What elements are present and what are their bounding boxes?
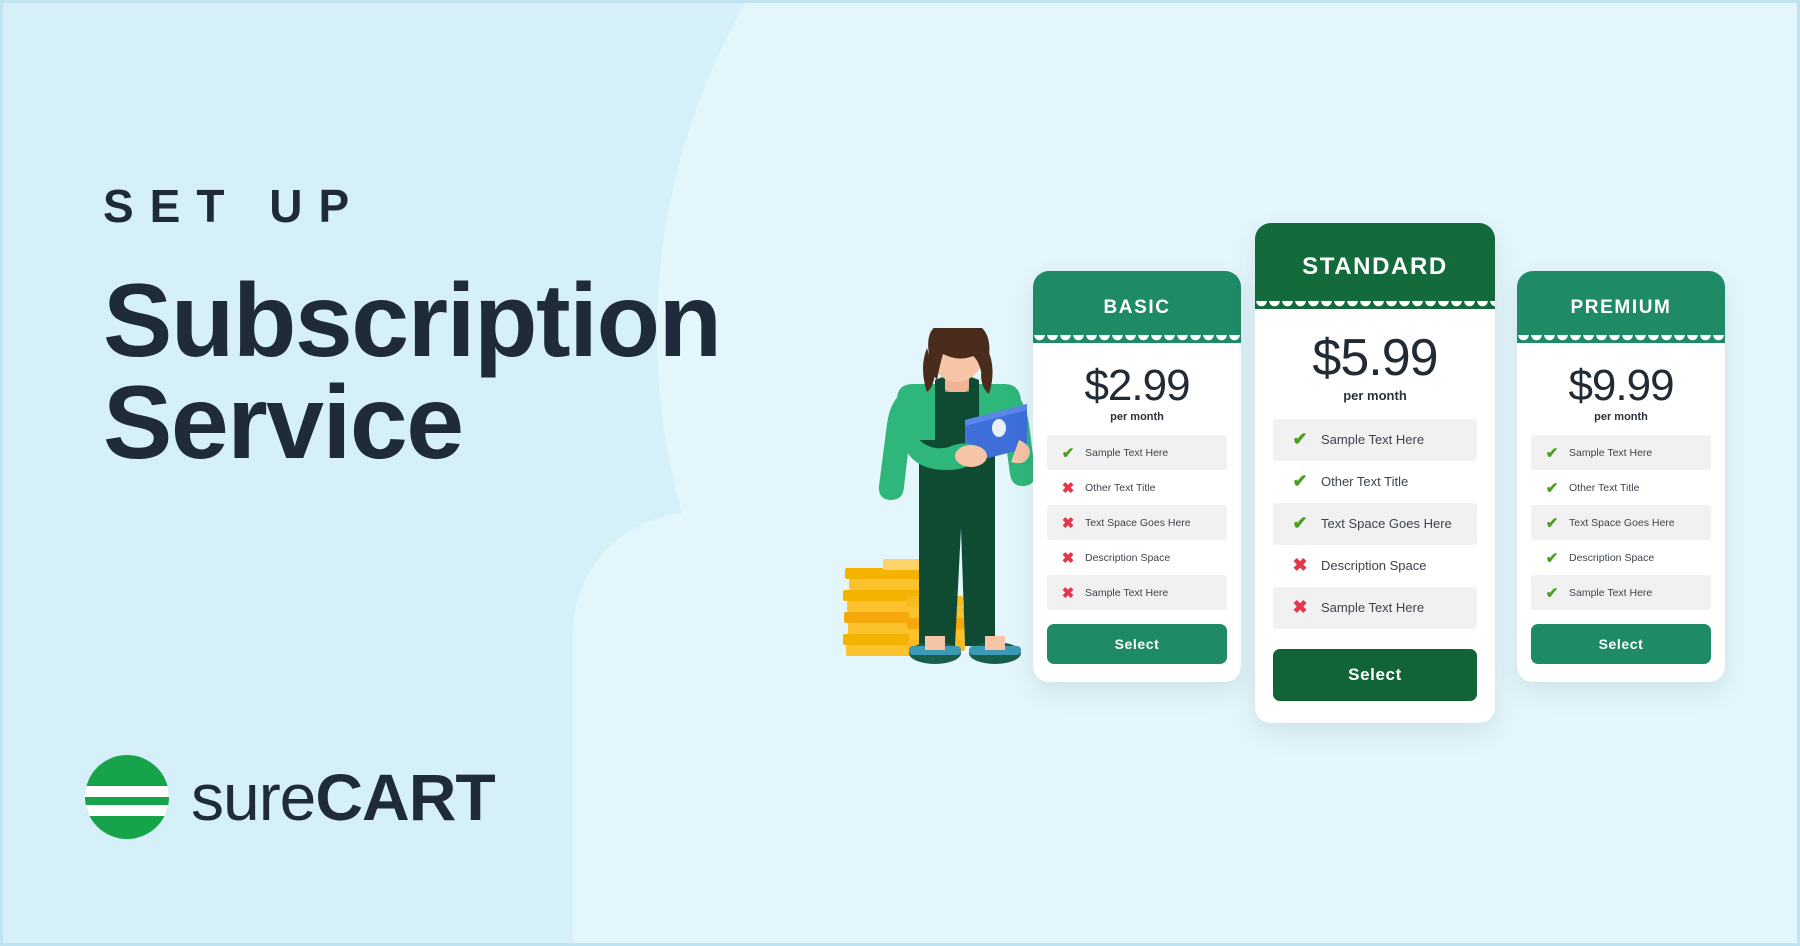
check-icon: ✔ bbox=[1061, 444, 1075, 462]
feature-row: ✔ Description Space bbox=[1531, 540, 1711, 575]
feature-row: ✖ Sample Text Here bbox=[1273, 586, 1477, 629]
eyebrow-text: SET UP bbox=[103, 180, 366, 232]
page-title: Subscription Service bbox=[103, 263, 722, 481]
hero-copy: SET UP Subscription Service bbox=[103, 180, 722, 481]
scallop-edge-decoration bbox=[1033, 335, 1241, 344]
plan-name-premium: PREMIUM bbox=[1570, 297, 1672, 318]
check-icon: ✔ bbox=[1292, 513, 1308, 534]
feature-row: ✖ Other Text Title bbox=[1047, 470, 1227, 505]
scallop-edge-decoration bbox=[1255, 301, 1495, 310]
plan-price-basic: $2.99 bbox=[1084, 361, 1190, 410]
plan-body-standard: $5.99 per month ✔ Sample Text Here ✔ Oth… bbox=[1255, 309, 1495, 723]
check-icon: ✔ bbox=[1545, 514, 1559, 532]
feature-row: ✔ Sample Text Here bbox=[1531, 575, 1711, 611]
cross-icon: ✖ bbox=[1292, 555, 1308, 576]
feature-label: Text Space Goes Here bbox=[1569, 516, 1675, 529]
plan-name-standard: STANDARD bbox=[1302, 253, 1448, 280]
plan-name-basic: BASIC bbox=[1103, 297, 1171, 318]
plan-header-standard: STANDARD bbox=[1255, 223, 1495, 310]
plan-period-basic: per month bbox=[1110, 411, 1164, 424]
logo-word-light: sure bbox=[191, 760, 316, 834]
feature-row: ✖ Text Space Goes Here bbox=[1047, 505, 1227, 541]
logo-wordmark: sureCART bbox=[191, 764, 496, 830]
cross-icon: ✖ bbox=[1061, 479, 1075, 497]
feature-label: Other Text Title bbox=[1085, 481, 1156, 494]
plan-price-standard: $5.99 bbox=[1312, 329, 1438, 387]
feature-row: ✖ Sample Text Here bbox=[1047, 575, 1227, 611]
pricing-card-standard[interactable]: STANDARD $5.99 per month ✔ Sample Text H… bbox=[1255, 223, 1495, 723]
feature-row: ✖ Description Space bbox=[1047, 540, 1227, 575]
pricing-card-premium[interactable]: PREMIUM $9.99 per month ✔ Sample Text He… bbox=[1517, 271, 1725, 683]
cross-icon: ✖ bbox=[1061, 584, 1075, 602]
plan-header-basic: BASIC bbox=[1033, 271, 1241, 344]
cross-icon: ✖ bbox=[1061, 549, 1075, 567]
check-icon: ✔ bbox=[1545, 549, 1559, 567]
feature-label: Sample Text Here bbox=[1569, 586, 1653, 599]
select-button-premium[interactable]: Select bbox=[1531, 624, 1711, 665]
feature-row: ✔ Sample Text Here bbox=[1273, 418, 1477, 461]
feature-label: Description Space bbox=[1321, 558, 1427, 574]
feature-row: ✔ Text Space Goes Here bbox=[1273, 502, 1477, 545]
plan-price-premium: $9.99 bbox=[1568, 361, 1674, 410]
select-button-standard[interactable]: Select bbox=[1273, 648, 1477, 701]
plan-body-basic: $2.99 per month ✔ Sample Text Here ✖ Oth… bbox=[1033, 343, 1241, 682]
feature-label: Sample Text Here bbox=[1569, 446, 1653, 459]
feature-row: ✖ Description Space bbox=[1273, 545, 1477, 587]
surecart-logo: sureCART bbox=[85, 755, 496, 839]
headline-line-2: Service bbox=[103, 364, 464, 481]
check-icon: ✔ bbox=[1545, 584, 1559, 602]
cross-icon: ✖ bbox=[1061, 514, 1075, 532]
check-icon: ✔ bbox=[1292, 429, 1308, 450]
check-icon: ✔ bbox=[1545, 444, 1559, 462]
feature-row: ✔ Other Text Title bbox=[1531, 470, 1711, 505]
feature-label: Text Space Goes Here bbox=[1085, 516, 1191, 529]
feature-label: Sample Text Here bbox=[1085, 446, 1169, 459]
feature-label: Description Space bbox=[1569, 551, 1655, 564]
check-icon: ✔ bbox=[1292, 471, 1308, 492]
feature-label: Sample Text Here bbox=[1085, 586, 1169, 599]
surecart-logo-mark-icon bbox=[85, 755, 169, 839]
feature-row: ✔ Text Space Goes Here bbox=[1531, 505, 1711, 541]
cross-icon: ✖ bbox=[1292, 597, 1308, 618]
pricing-card-basic[interactable]: BASIC $2.99 per month ✔ Sample Text Here… bbox=[1033, 271, 1241, 683]
scallop-edge-decoration bbox=[1517, 335, 1725, 344]
check-icon: ✔ bbox=[1545, 479, 1559, 497]
feature-label: Description Space bbox=[1085, 551, 1171, 564]
feature-row: ✔ Sample Text Here bbox=[1047, 435, 1227, 471]
promo-banner: SET UP Subscription Service sureCART BAS… bbox=[0, 0, 1800, 946]
feature-label: Text Space Goes Here bbox=[1321, 516, 1452, 532]
plan-header-premium: PREMIUM bbox=[1517, 271, 1725, 344]
feature-row: ✔ Other Text Title bbox=[1273, 461, 1477, 503]
feature-label: Other Text Title bbox=[1569, 481, 1640, 494]
logo-word-bold: CART bbox=[315, 760, 495, 834]
plan-period-premium: per month bbox=[1594, 411, 1648, 424]
feature-label: Sample Text Here bbox=[1321, 432, 1425, 448]
feature-row: ✔ Sample Text Here bbox=[1531, 435, 1711, 471]
feature-label: Sample Text Here bbox=[1321, 600, 1425, 616]
plan-body-premium: $9.99 per month ✔ Sample Text Here ✔ Oth… bbox=[1517, 343, 1725, 682]
feature-label: Other Text Title bbox=[1321, 474, 1409, 490]
plan-period-standard: per month bbox=[1343, 387, 1407, 403]
headline-line-1: Subscription bbox=[103, 263, 722, 379]
select-button-basic[interactable]: Select bbox=[1047, 624, 1227, 665]
